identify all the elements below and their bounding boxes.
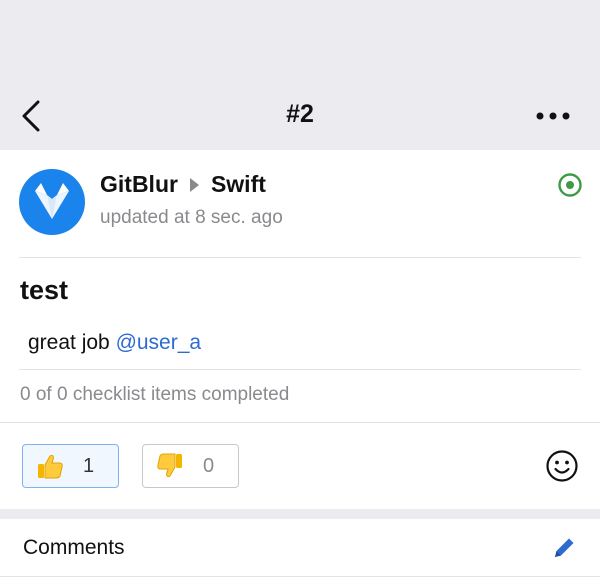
checklist-status: 0 of 0 checklist items completed <box>20 384 290 405</box>
issue-header: GitBlur Swift updated at 8 sec. ago <box>0 150 600 258</box>
caret-right-icon <box>189 177 199 192</box>
repo-name: Swift <box>210 171 266 197</box>
issue-title: test <box>20 275 69 305</box>
divider <box>0 422 600 423</box>
reaction-count: 0 <box>203 454 215 477</box>
comments-heading: Comments <box>23 536 125 559</box>
issue-open-icon <box>557 172 583 198</box>
repository-breadcrumb[interactable]: GitBlur Swift <box>100 171 266 198</box>
thumbs-up-reaction-button[interactable]: 1 <box>22 444 119 488</box>
repo-owner: GitBlur <box>100 171 178 197</box>
thumbs-down-reaction-button[interactable]: 0 <box>142 444 239 488</box>
thumbs-up-icon <box>35 451 65 481</box>
ellipsis-icon[interactable] <box>534 98 578 134</box>
divider <box>0 576 600 577</box>
smiley-icon[interactable] <box>545 449 579 483</box>
thumbs-down-icon <box>155 451 185 481</box>
pencil-icon[interactable] <box>549 533 579 563</box>
reaction-count: 1 <box>83 454 95 477</box>
user-mention-link[interactable]: @user_a <box>116 331 202 354</box>
divider <box>19 257 581 258</box>
comments-section: Comments <box>0 519 600 586</box>
updated-timestamp: updated at 8 sec. ago <box>100 207 283 228</box>
navigation-bar: #2 <box>0 0 600 150</box>
section-separator <box>0 509 600 519</box>
gitlab-fox-icon[interactable] <box>19 169 85 235</box>
issue-body: great job @user_a <box>28 331 201 355</box>
issue-body-text: great job <box>28 331 116 354</box>
divider <box>19 369 581 370</box>
page-title: #2 <box>286 100 314 128</box>
